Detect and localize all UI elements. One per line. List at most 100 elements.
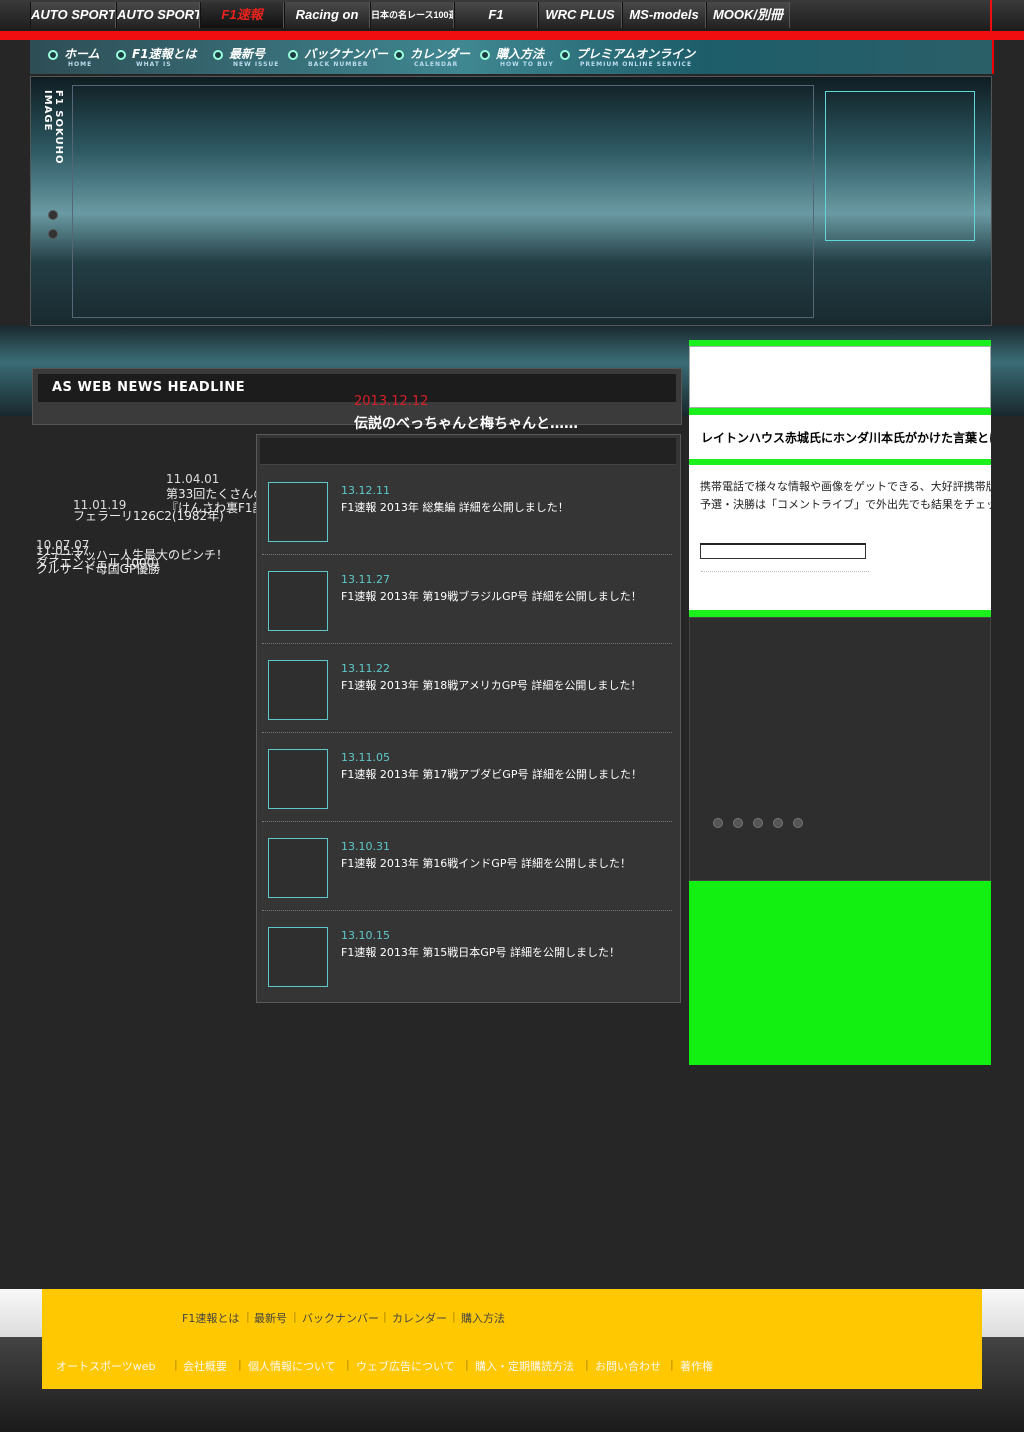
footer-link[interactable]: 購入・定期購読方法 — [475, 1358, 574, 1374]
footer-separator: | — [346, 1358, 350, 1371]
slide-dot-icon[interactable] — [48, 229, 58, 239]
circle-icon — [560, 50, 570, 60]
mobile-email-input[interactable] — [700, 543, 866, 559]
footer-link[interactable]: F1速報とは — [182, 1310, 239, 1326]
circle-icon — [394, 50, 404, 60]
footer-separator: | — [465, 1358, 469, 1371]
site-tab-racing-on[interactable]: Racing on — [284, 2, 370, 28]
nav-premium-online[interactable]: プレミアムオンライン PREMIUM ONLINE SERVICE — [560, 47, 695, 73]
footer-link[interactable]: 会社概要 — [183, 1358, 227, 1374]
nav-premium-online-sub: PREMIUM ONLINE SERVICE — [580, 61, 693, 68]
red-divider-vertical — [990, 0, 992, 32]
nav-what-is-sub: WHAT IS — [136, 61, 172, 68]
site-tab-autosport[interactable]: AUTO SPORT — [116, 2, 200, 28]
footer-link[interactable]: お問い合わせ — [595, 1358, 661, 1374]
issue-title[interactable]: F1速報 2013年 第19戦ブラジルGP号 詳細を公開しました！ — [341, 588, 642, 604]
left-news-link[interactable]: クルサード母国GP優勝 — [36, 562, 160, 576]
footer-link[interactable]: バックナンバー — [302, 1310, 379, 1326]
nav-new-issue-label: 最新号 — [229, 47, 266, 61]
nav-home[interactable]: ホーム HOME — [48, 47, 100, 73]
issue-date: 13.11.05 — [341, 751, 390, 764]
nav-how-to-buy-label: 購入方法 — [496, 47, 545, 61]
issue-thumbnail[interactable] — [268, 571, 328, 631]
issue-thumbnail[interactable] — [268, 927, 328, 987]
nav-back-number[interactable]: バックナンバー BACK NUMBER — [288, 47, 388, 73]
issue-thumbnail[interactable] — [268, 838, 328, 898]
hero-side-label: F1 SOKUHO IMAGE — [42, 90, 64, 165]
issue-thumbnail[interactable] — [268, 482, 328, 542]
nav-home-sub: HOME — [68, 61, 93, 68]
issue-title[interactable]: F1速報 2013年 総集編 詳細を公開しました！ — [341, 499, 569, 515]
site-tab-autosport-web[interactable]: AUTO SPORT web — [30, 2, 116, 28]
site-tab-mook[interactable]: MOOK/別冊 — [706, 2, 790, 28]
right-banner-box[interactable] — [689, 346, 991, 408]
site-tab-100-races[interactable]: 日本の名レース100選 — [370, 2, 454, 28]
issue-item[interactable]: 13.11.22 F1速報 2013年 第18戦アメリカGP号 詳細を公開しまし… — [262, 644, 672, 733]
issue-date: 13.12.11 — [341, 484, 390, 497]
slide-dot-icon[interactable] — [773, 818, 783, 828]
site-tab-ms-models[interactable]: MS-models — [622, 2, 706, 28]
issue-date: 13.11.22 — [341, 662, 390, 675]
slide-dot-icon[interactable] — [733, 818, 743, 828]
issue-title[interactable]: F1速報 2013年 第15戦日本GP号 詳細を公開しました！ — [341, 944, 620, 960]
footer-separator: | — [585, 1358, 589, 1371]
slide-dot-icon[interactable] — [753, 818, 763, 828]
footer-link[interactable]: ウェブ広告について — [356, 1358, 455, 1374]
right-slideshow-box — [689, 617, 991, 881]
hero-thumbnail-box[interactable] — [825, 91, 975, 241]
slide-dot-icon[interactable] — [713, 818, 723, 828]
nav-how-to-buy-sub: HOW TO BUY — [500, 61, 554, 68]
nav-what-is-label: F1速報とは — [132, 47, 197, 61]
nav-what-is[interactable]: F1速報とは WHAT IS — [116, 47, 197, 73]
right-ad-box[interactable] — [689, 881, 991, 1065]
green-divider — [689, 610, 991, 617]
issue-date: 13.10.15 — [341, 929, 390, 942]
slide-dot-icon[interactable] — [793, 818, 803, 828]
footer-link[interactable]: 個人情報について — [248, 1358, 336, 1374]
issue-item[interactable]: 13.10.15 F1速報 2013年 第15戦日本GP号 詳細を公開しました！ — [262, 911, 672, 1000]
issue-item[interactable]: 13.11.27 F1速報 2013年 第19戦ブラジルGP号 詳細を公開しまし… — [262, 555, 672, 644]
footer-separator: | — [174, 1358, 178, 1371]
nav-home-label: ホーム — [64, 47, 100, 61]
footer-separator: | — [383, 1310, 387, 1323]
footer-separator: | — [246, 1310, 250, 1323]
headline-link[interactable]: 伝説のべっちゃんと梅ちゃんと…… — [354, 413, 578, 433]
circle-icon — [480, 50, 490, 60]
issue-list-header — [260, 438, 676, 465]
mobile-info-text: 携帯電話で様々な情報や画像をゲットできる、大好評携帯版 — [700, 480, 991, 493]
footer-link[interactable]: 最新号 — [254, 1310, 287, 1326]
footer-link[interactable]: カレンダー — [392, 1310, 447, 1326]
nav-how-to-buy[interactable]: 購入方法 HOW TO BUY — [480, 47, 554, 73]
issue-title[interactable]: F1速報 2013年 第16戦インドGP号 詳細を公開しました！ — [341, 855, 631, 871]
nav-calendar-label: カレンダー — [410, 47, 471, 61]
issue-item[interactable]: 13.10.31 F1速報 2013年 第16戦インドGP号 詳細を公開しました… — [262, 822, 672, 911]
site-tab-f1[interactable]: F1 — [454, 2, 538, 28]
footer-separator: | — [452, 1310, 456, 1323]
left-news-link[interactable]: フェラーリ126C2(1982年) — [73, 509, 224, 523]
issue-item[interactable]: 13.11.05 F1速報 2013年 第17戦アブダビGP号 詳細を公開しまし… — [262, 733, 672, 822]
slide-dot-icon[interactable] — [48, 210, 58, 220]
footer-separator: | — [238, 1358, 242, 1371]
footer-link[interactable]: オートスポーツweb — [56, 1358, 156, 1374]
left-news-date: 11.04.01 — [166, 472, 220, 486]
nav-calendar-sub: CALENDAR — [414, 61, 459, 68]
issue-thumbnail[interactable] — [268, 749, 328, 809]
mobile-info-text: 予選・決勝は「コメントライブ」で外出先でも結果をチェック — [700, 498, 991, 511]
hero-image-frame[interactable] — [72, 85, 814, 318]
nav-back-number-label: バックナンバー — [304, 47, 389, 61]
issue-title[interactable]: F1速報 2013年 第18戦アメリカGP号 詳細を公開しました！ — [341, 677, 641, 693]
issue-title[interactable]: F1速報 2013年 第17戦アブダビGP号 詳細を公開しました！ — [341, 766, 642, 782]
site-tab-wrc-plus[interactable]: WRC PLUS — [538, 2, 622, 28]
red-divider — [0, 31, 1024, 40]
site-tab-f1sokuho[interactable]: F1速報 — [200, 2, 284, 28]
nav-calendar[interactable]: カレンダー CALENDAR — [394, 47, 470, 73]
footer-link[interactable]: 著作権 — [680, 1358, 713, 1374]
circle-icon — [116, 50, 126, 60]
footer-link[interactable]: 購入方法 — [461, 1310, 505, 1326]
issue-thumbnail[interactable] — [268, 660, 328, 720]
nav-new-issue[interactable]: 最新号 NEW ISSUE — [213, 47, 279, 73]
headline-date: 2013.12.12 — [354, 394, 429, 409]
issue-item[interactable]: 13.12.11 F1速報 2013年 総集編 詳細を公開しました！ — [262, 466, 672, 555]
circle-icon — [48, 50, 58, 60]
right-news-title[interactable]: レイトンハウス赤城氏にホンダ川本氏がかけた言葉とは — [701, 429, 991, 446]
